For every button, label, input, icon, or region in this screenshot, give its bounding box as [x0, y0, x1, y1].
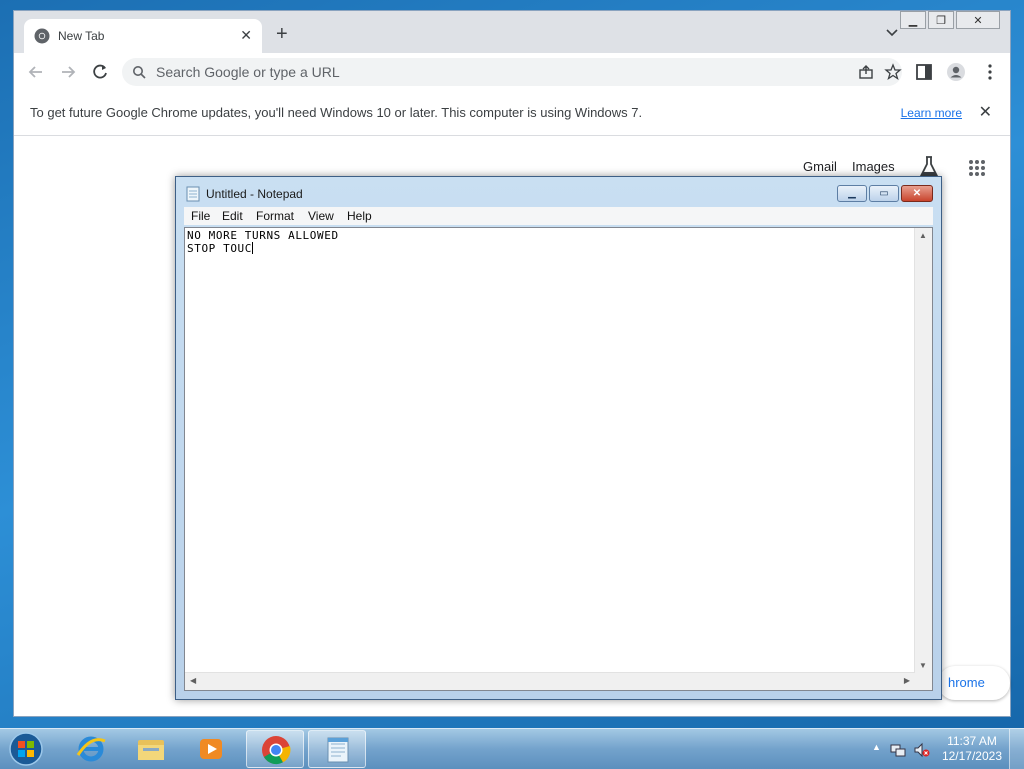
menu-help[interactable]: Help: [347, 209, 372, 223]
notepad-app-icon: [186, 186, 200, 202]
menu-edit[interactable]: Edit: [222, 209, 243, 223]
notepad-title: Untitled - Notepad: [206, 187, 303, 201]
tab-search-chevron-icon[interactable]: [886, 27, 898, 39]
menu-file[interactable]: File: [191, 209, 210, 223]
omnibox-placeholder: Search Google or type a URL: [156, 64, 340, 80]
customize-chrome-label: hrome: [948, 675, 985, 690]
chrome-tabstrip: New Tab ✕ + ▁ ❐ ✕: [14, 11, 1010, 53]
chrome-window-controls: ▁ ❐ ✕: [898, 11, 1000, 29]
reload-icon[interactable]: [90, 62, 110, 82]
tab-title: New Tab: [58, 29, 105, 43]
forward-arrow-icon[interactable]: [58, 62, 78, 82]
kebab-menu-icon[interactable]: [980, 62, 1000, 82]
media-player-icon: [200, 739, 222, 759]
notepad-maximize-button[interactable]: ▭: [869, 185, 899, 202]
chrome-icon: [262, 736, 291, 765]
horizontal-scrollbar[interactable]: ◀ ▶: [185, 672, 915, 690]
notepad-text-area[interactable]: NO MORE TURNS ALLOWED STOP TOUC ▲ ▼ ◀ ▶: [184, 227, 933, 691]
text-line: NO MORE TURNS ALLOWED: [187, 229, 339, 242]
vertical-scrollbar[interactable]: ▲ ▼: [914, 228, 932, 673]
notepad-icon: [327, 737, 349, 763]
show-desktop-button[interactable]: [1009, 729, 1024, 769]
network-icon[interactable]: [890, 742, 906, 758]
text-line: STOP TOUC: [187, 242, 253, 255]
google-apps-grid-icon[interactable]: [968, 159, 986, 177]
restore-button[interactable]: ❐: [928, 11, 954, 29]
resize-grip[interactable]: [915, 673, 932, 690]
omnibox[interactable]: Search Google or type a URL: [122, 58, 902, 86]
menu-format[interactable]: Format: [256, 209, 294, 223]
notepad-content: NO MORE TURNS ALLOWED STOP TOUC: [187, 229, 339, 255]
ie-icon: [76, 736, 106, 762]
scroll-up-arrow-icon[interactable]: ▲: [919, 231, 927, 240]
bookmark-star-icon[interactable]: [884, 63, 902, 81]
clock-time: 11:37 AM: [947, 734, 997, 748]
profile-avatar-icon[interactable]: [946, 62, 966, 82]
close-button[interactable]: ✕: [956, 11, 1000, 29]
notepad-minimize-button[interactable]: ▁: [837, 185, 867, 202]
share-icon[interactable]: [858, 64, 874, 80]
start-button-icon[interactable]: [6, 730, 46, 768]
menu-view[interactable]: View: [308, 209, 334, 223]
chrome-toolbar: Search Google or type a URL: [14, 53, 1010, 92]
taskbar-chrome-button[interactable]: [246, 730, 304, 768]
clock[interactable]: 11:37 AM 12/17/2023: [942, 734, 1002, 764]
volume-muted-icon[interactable]: [914, 742, 930, 758]
taskbar: ▲ 11:37 AM 12/17/2023: [0, 728, 1024, 769]
new-tab-button[interactable]: +: [276, 24, 288, 44]
update-infobar: To get future Google Chrome updates, you…: [14, 91, 1010, 136]
customize-chrome-button[interactable]: hrome: [938, 666, 1010, 700]
learn-more-link[interactable]: Learn more: [901, 106, 962, 120]
clock-date: 12/17/2023: [941, 749, 1002, 763]
notepad-window-controls: ▁ ▭ ✕: [835, 185, 933, 202]
text-caret: [252, 242, 254, 254]
scroll-left-arrow-icon[interactable]: ◀: [190, 676, 196, 685]
tab-close-icon[interactable]: ✕: [240, 27, 252, 44]
minimize-button[interactable]: ▁: [900, 11, 926, 29]
notepad-close-button[interactable]: ✕: [901, 185, 933, 202]
infobar-close-icon[interactable]: ✕: [979, 102, 992, 122]
images-link[interactable]: Images: [852, 159, 895, 174]
tab-new-tab[interactable]: New Tab ✕: [24, 19, 262, 53]
notepad-menubar: File Edit Format View Help: [184, 207, 933, 225]
taskbar-ie-button[interactable]: [62, 730, 120, 768]
scroll-down-arrow-icon[interactable]: ▼: [919, 661, 927, 670]
notepad-window: Untitled - Notepad ▁ ▭ ✕ File Edit Forma…: [175, 176, 942, 700]
show-hidden-icons-icon[interactable]: ▲: [872, 742, 881, 752]
explorer-icon: [138, 740, 164, 760]
taskbar-notepad-button[interactable]: [308, 730, 366, 768]
scroll-right-arrow-icon[interactable]: ▶: [904, 676, 910, 685]
side-panel-icon[interactable]: [914, 62, 934, 82]
gmail-link[interactable]: Gmail: [803, 159, 837, 174]
taskbar-media-player-button[interactable]: [182, 730, 240, 768]
chrome-logo-icon: [34, 28, 50, 44]
taskbar-explorer-button[interactable]: [122, 730, 180, 768]
infobar-message: To get future Google Chrome updates, you…: [30, 105, 643, 120]
back-arrow-icon[interactable]: [26, 62, 46, 82]
search-icon: [133, 66, 146, 79]
system-tray: ▲ 11:37 AM 12/17/2023: [864, 729, 1024, 769]
